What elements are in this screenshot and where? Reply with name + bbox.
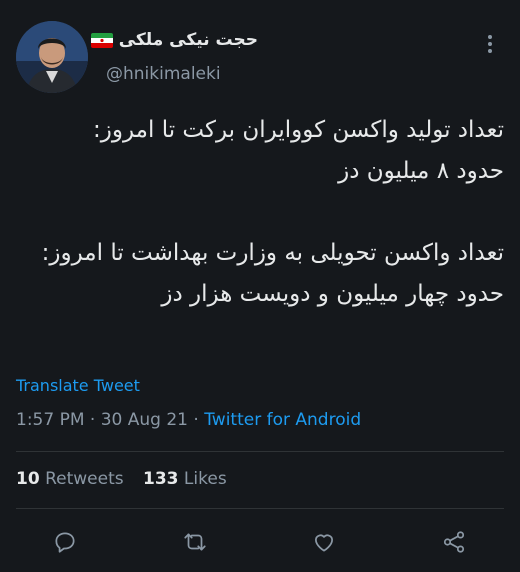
divider	[16, 508, 504, 509]
likes-stat[interactable]: 133 Likes	[143, 469, 227, 489]
tweet-actions	[0, 525, 520, 559]
author-name-row[interactable]: حجت نیکی ملکی	[90, 30, 258, 50]
tweet-meta: 1:57 PM · 30 Aug 21 · Twitter for Androi…	[16, 410, 361, 430]
likes-label: Likes	[183, 469, 227, 489]
retweets-count: 10	[16, 469, 40, 489]
translate-tweet-link[interactable]: Translate Tweet	[16, 376, 140, 395]
reply-icon[interactable]	[48, 525, 82, 559]
tweet-date: 30 Aug 21	[100, 410, 188, 430]
author-handle[interactable]: @hnikimaleki	[106, 64, 221, 84]
iran-flag-icon	[90, 32, 113, 48]
divider	[16, 451, 504, 452]
meta-separator-2: ·	[188, 410, 205, 430]
share-icon[interactable]	[437, 525, 471, 559]
retweet-icon[interactable]	[178, 525, 212, 559]
retweets-stat[interactable]: 10 Retweets	[16, 469, 124, 489]
tweet-card: حجت نیکی ملکی @hnikimaleki تعداد تولید و…	[0, 0, 520, 572]
tweet-text: تعداد تولید واکسن کوو‌ایران برکت تا امرو…	[41, 117, 504, 307]
tweet-time: 1:57 PM	[16, 410, 85, 430]
tweet-source-link[interactable]: Twitter for Android	[204, 410, 361, 430]
avatar-image	[16, 21, 88, 93]
heart-icon[interactable]	[307, 525, 341, 559]
author-name: حجت نیکی ملکی	[118, 30, 258, 50]
retweets-label: Retweets	[45, 469, 124, 489]
avatar[interactable]	[16, 21, 88, 93]
tweet-stats: 10 Retweets 133 Likes	[16, 469, 241, 489]
likes-count: 133	[143, 469, 179, 489]
meta-separator: ·	[84, 410, 101, 430]
more-vertical-icon[interactable]	[480, 30, 500, 58]
